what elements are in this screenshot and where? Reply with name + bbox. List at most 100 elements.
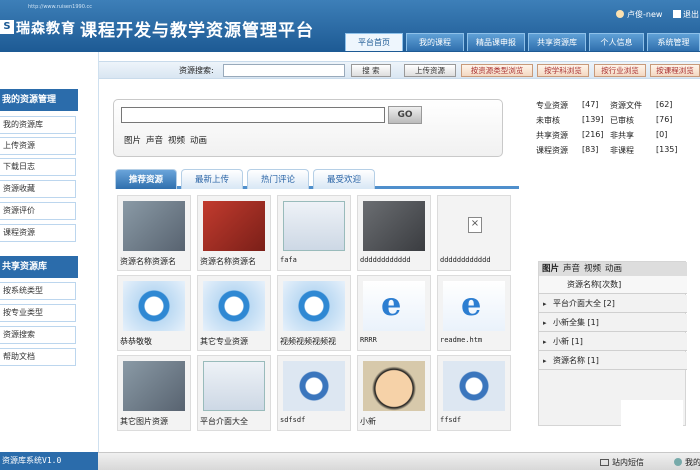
logout-icon — [673, 10, 681, 18]
resource-caption: sdfsdf — [280, 416, 306, 424]
resource-card[interactable]: 小新 — [357, 355, 431, 431]
resource-card[interactable]: 资源名称资源名 — [197, 195, 271, 271]
resource-caption: 恭恭敬敬 — [120, 337, 152, 346]
user-name: 卢俊-new — [627, 10, 663, 19]
logout-link[interactable]: 退出 — [673, 9, 699, 20]
stat-value: [139] — [582, 115, 604, 124]
messages-link[interactable]: 站内短信 — [600, 457, 644, 468]
filter-image[interactable]: 图片 — [124, 136, 141, 146]
resource-card[interactable]: RRRR — [357, 275, 431, 351]
nav-tab-shared-library[interactable]: 共享资源库 — [528, 33, 586, 51]
resource-card[interactable]: ffsdf — [437, 355, 511, 431]
sidebar-item-ratings[interactable]: 资源评价 — [0, 202, 76, 220]
quick-search-input[interactable] — [121, 107, 385, 123]
sidebar-item-by-major[interactable]: 按专业类型 — [0, 304, 76, 322]
resource-card[interactable]: readme.htm — [437, 275, 511, 351]
sidebar-item-favorites[interactable]: 资源收藏 — [0, 180, 76, 198]
resource-caption: dddddddddddd — [440, 256, 491, 264]
sidebar: 我的资源管理 我的资源库 上传资源 下载日志 资源收藏 资源评价 课程资源 共享… — [0, 52, 98, 470]
ranking-tab-image[interactable]: 图片 — [542, 264, 559, 274]
ranking-row[interactable]: 小新 [1] — [539, 333, 687, 351]
filter-animation[interactable]: 动画 — [190, 136, 207, 146]
envelope-icon — [600, 459, 609, 466]
stat-label[interactable]: 非课程 — [610, 145, 634, 156]
resource-card[interactable]: fafa — [277, 195, 351, 271]
go-button[interactable]: GO — [388, 106, 422, 124]
browse-by-course-button[interactable]: 按课程浏览 — [650, 64, 700, 77]
cartoon-face-icon — [363, 361, 425, 411]
stat-label[interactable]: 未审核 — [536, 115, 560, 126]
tab-most-popular[interactable]: 最受欢迎 — [313, 169, 375, 189]
upload-button[interactable]: 上传资源 — [404, 64, 456, 77]
search-button[interactable]: 搜 索 — [351, 64, 391, 77]
sidebar-item-my-library[interactable]: 我的资源库 — [0, 116, 76, 134]
search-toolbar: 资源搜索: 搜 索 上传资源 按资源类型浏览 按学科浏览 按行业浏览 按课程浏览 — [99, 61, 700, 79]
stat-value: [76] — [656, 115, 673, 124]
resource-card[interactable]: dddddddddddd — [437, 195, 511, 271]
quicktime-icon — [443, 361, 505, 411]
stat-value: [216] — [582, 130, 604, 139]
resource-card[interactable]: 其它专业资源 — [197, 275, 271, 351]
stat-label[interactable]: 资源文件 — [610, 100, 642, 111]
resource-caption: readme.htm — [440, 336, 483, 344]
resource-caption: fafa — [280, 256, 297, 264]
stat-label[interactable]: 课程资源 — [536, 145, 568, 156]
sidebar-item-course-resources[interactable]: 课程资源 — [0, 224, 76, 242]
tab-hot-comments[interactable]: 热门评论 — [247, 169, 309, 189]
quick-search-box: GO 图片 声音 视频 动画 — [113, 99, 503, 157]
sidebar-item-upload[interactable]: 上传资源 — [0, 137, 76, 155]
nav-tab-my-courses[interactable]: 我的课程 — [406, 33, 464, 51]
messages-label: 站内短信 — [612, 458, 644, 467]
resource-caption: RRRR — [360, 336, 377, 344]
ranking-tab-animation[interactable]: 动画 — [605, 264, 622, 274]
header: http://www.ruisen1990.cc S 瑞森教育 课程开发与教学资… — [0, 0, 700, 52]
stat-label[interactable]: 已审核 — [610, 115, 634, 126]
resource-caption: dddddddddddd — [360, 256, 411, 264]
nav-tab-system-admin[interactable]: 系统管理 — [647, 33, 700, 51]
sidebar-item-by-system[interactable]: 按系统类型 — [0, 282, 76, 300]
user-icon — [616, 10, 624, 18]
ranking-row[interactable]: 资源名称 [1] — [539, 352, 687, 370]
ranking-row[interactable]: 平台介面大全 [2] — [539, 295, 687, 313]
ranking-row[interactable]: 小新全集 [1] — [539, 314, 687, 332]
stat-label[interactable]: 非共享 — [610, 130, 634, 141]
sidebar-item-help[interactable]: 帮助文档 — [0, 348, 76, 366]
sidebar-item-resource-search[interactable]: 资源搜索 — [0, 326, 76, 344]
stat-value: [83] — [582, 145, 599, 154]
resource-caption: 其它图片资源 — [120, 417, 168, 426]
stat-value: [0] — [656, 130, 668, 139]
resource-caption: 其它专业资源 — [200, 337, 248, 346]
ranking-tab-video[interactable]: 视频 — [584, 264, 601, 274]
user-info[interactable]: 卢俊-new — [616, 9, 662, 20]
resource-card[interactable]: dddddddddddd — [357, 195, 431, 271]
stat-label[interactable]: 共享资源 — [536, 130, 568, 141]
resource-card[interactable]: 资源名称资源名 — [117, 195, 191, 271]
mine-label: 我的 — [685, 458, 700, 467]
browse-by-subject-button[interactable]: 按学科浏览 — [537, 64, 589, 77]
photo-icon — [203, 201, 265, 251]
stat-label[interactable]: 专业资源 — [536, 100, 568, 111]
sidebar-item-download-log[interactable]: 下载日志 — [0, 158, 76, 176]
resource-card[interactable]: 视频视频视频视 — [277, 275, 351, 351]
ie-icon — [363, 281, 425, 331]
resource-card[interactable]: 恭恭敬敬 — [117, 275, 191, 351]
mine-link[interactable]: 我的 — [674, 457, 700, 468]
filter-audio[interactable]: 声音 — [146, 136, 163, 146]
resource-card[interactable]: sdfsdf — [277, 355, 351, 431]
tab-recommended[interactable]: 推荐资源 — [115, 169, 177, 189]
browse-by-industry-button[interactable]: 按行业浏览 — [594, 64, 646, 77]
browse-by-type-button[interactable]: 按资源类型浏览 — [461, 64, 533, 77]
ranking-tab-audio[interactable]: 声音 — [563, 264, 580, 274]
resource-card[interactable]: 其它图片资源 — [117, 355, 191, 431]
media-filters: 图片 声音 视频 动画 — [124, 134, 212, 146]
search-input[interactable] — [223, 64, 345, 77]
nav-tab-home[interactable]: 平台首页 — [345, 33, 403, 51]
media-player-icon — [123, 281, 185, 331]
nav-tab-course-application[interactable]: 精品课申报 — [467, 33, 525, 51]
filter-video[interactable]: 视频 — [168, 136, 185, 146]
nav-tab-personal-info[interactable]: 个人信息 — [589, 33, 644, 51]
resource-card[interactable]: 平台介面大全 — [197, 355, 271, 431]
sidebar-section-shared: 共享资源库 — [0, 256, 78, 278]
tab-latest[interactable]: 最新上传 — [181, 169, 243, 189]
screenshot-icon — [203, 361, 265, 411]
